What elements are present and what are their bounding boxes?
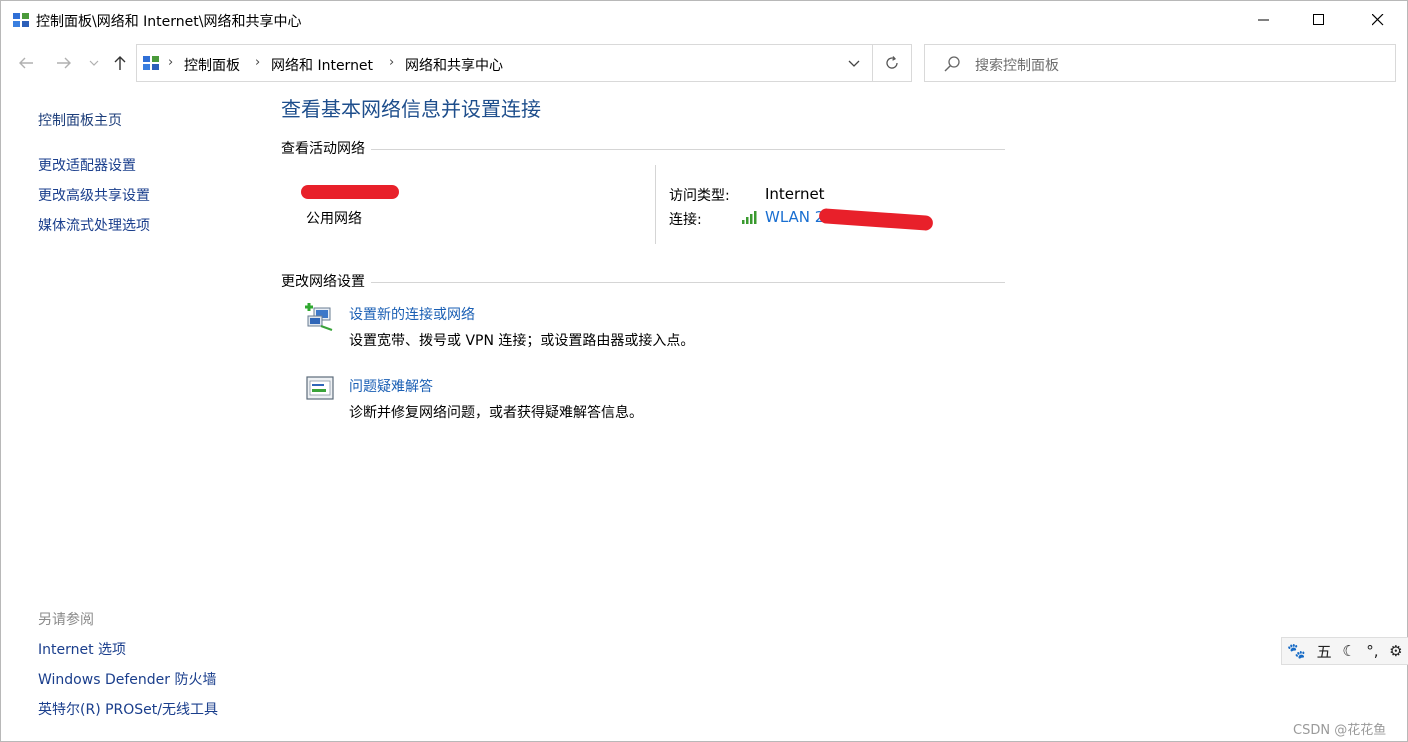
breadcrumb-network-internet[interactable]: 网络和 Internet (271, 55, 373, 75)
see-also-proset-wireless[interactable]: 英特尔(R) PROSet/无线工具 (38, 699, 218, 719)
wifi-signal-icon (742, 211, 757, 224)
page-title: 查看基本网络信息并设置连接 (281, 97, 541, 121)
sidebar-item-media-streaming[interactable]: 媒体流式处理选项 (38, 215, 150, 235)
recent-locations-button[interactable] (87, 51, 101, 75)
sidebar-item-advanced-sharing[interactable]: 更改高级共享设置 (38, 185, 150, 205)
up-button[interactable] (109, 51, 131, 75)
breadcrumb-separator: › (389, 55, 395, 70)
sidebar-home-link[interactable]: 控制面板主页 (38, 110, 122, 130)
change-settings-heading: 更改网络设置 (281, 271, 371, 291)
search-placeholder: 搜索控制面板 (975, 58, 1059, 74)
setup-new-connection-description: 设置宽带、拨号或 VPN 连接；或设置路由器或接入点。 (349, 333, 695, 349)
see-also-heading: 另请参阅 (38, 612, 94, 628)
wlan-connection-link[interactable]: WLAN 2 (765, 208, 824, 226)
breadcrumb-separator: › (255, 55, 261, 70)
control-panel-window: 控制面板\网络和 Internet\网络和共享中心 › 控制面板 › 网络和 I… (0, 0, 1408, 742)
network-type-link[interactable]: 公用网络 (306, 208, 362, 228)
address-dropdown-chevron-icon[interactable] (848, 60, 860, 68)
forward-button[interactable] (53, 51, 75, 75)
connection-label: 连接: (669, 212, 702, 228)
paw-icon[interactable]: 🐾 (1287, 642, 1306, 660)
minimize-button[interactable] (1240, 1, 1288, 39)
control-panel-icon (13, 13, 29, 27)
ime-toolbar[interactable]: 🐾 五 ☾ °, ⚙ (1281, 637, 1408, 665)
section-divider (281, 282, 1005, 283)
active-networks-heading: 查看活动网络 (281, 138, 371, 158)
address-bar[interactable]: › 控制面板 › 网络和 Internet › 网络和共享中心 (136, 44, 873, 82)
redacted-network-name (301, 185, 399, 199)
refresh-button[interactable] (872, 44, 912, 82)
refresh-icon (886, 56, 898, 69)
access-type-label: 访问类型: (669, 188, 730, 204)
troubleshoot-icon (306, 376, 334, 400)
back-arrow-icon (19, 57, 33, 69)
new-connection-icon (305, 303, 333, 331)
breadcrumb-network-sharing-center[interactable]: 网络和共享中心 (405, 55, 503, 75)
forward-arrow-icon (57, 57, 71, 69)
maximize-icon (1313, 14, 1324, 25)
punctuation-icon[interactable]: °, (1366, 642, 1378, 660)
window-title: 控制面板\网络和 Internet\网络和共享中心 (36, 14, 302, 30)
back-button[interactable] (15, 51, 37, 75)
gear-icon[interactable]: ⚙ (1389, 642, 1402, 660)
search-box[interactable]: 搜索控制面板 (924, 44, 1396, 82)
control-panel-icon (143, 56, 159, 70)
navigation-bar: › 控制面板 › 网络和 Internet › 网络和共享中心 搜索控制面板 (1, 41, 1407, 87)
search-icon (944, 56, 960, 72)
watermark: CSDN @花花鱼 (1293, 723, 1387, 738)
moon-icon[interactable]: ☾ (1342, 642, 1355, 660)
minimize-icon (1258, 19, 1269, 21)
redacted-connection-detail (818, 208, 934, 231)
setup-new-connection-link[interactable]: 设置新的连接或网络 (349, 304, 475, 324)
see-also-internet-options[interactable]: Internet 选项 (38, 639, 126, 659)
troubleshoot-description: 诊断并修复网络问题，或者获得疑难解答信息。 (349, 405, 643, 421)
breadcrumb-separator: › (168, 55, 174, 70)
section-divider (281, 149, 1005, 150)
access-type-value: Internet (765, 185, 825, 203)
network-divider (655, 165, 656, 244)
see-also-firewall[interactable]: Windows Defender 防火墙 (38, 669, 216, 689)
breadcrumb-control-panel[interactable]: 控制面板 (184, 55, 240, 75)
up-arrow-icon (114, 56, 126, 70)
chevron-down-icon (89, 60, 99, 66)
sidebar-item-adapter-settings[interactable]: 更改适配器设置 (38, 155, 136, 175)
maximize-button[interactable] (1295, 1, 1343, 39)
ime-mode-indicator[interactable]: 五 (1317, 641, 1332, 662)
troubleshoot-link[interactable]: 问题疑难解答 (349, 376, 433, 396)
close-button[interactable] (1354, 1, 1402, 39)
title-bar: 控制面板\网络和 Internet\网络和共享中心 (1, 1, 1407, 39)
close-icon (1372, 14, 1384, 26)
